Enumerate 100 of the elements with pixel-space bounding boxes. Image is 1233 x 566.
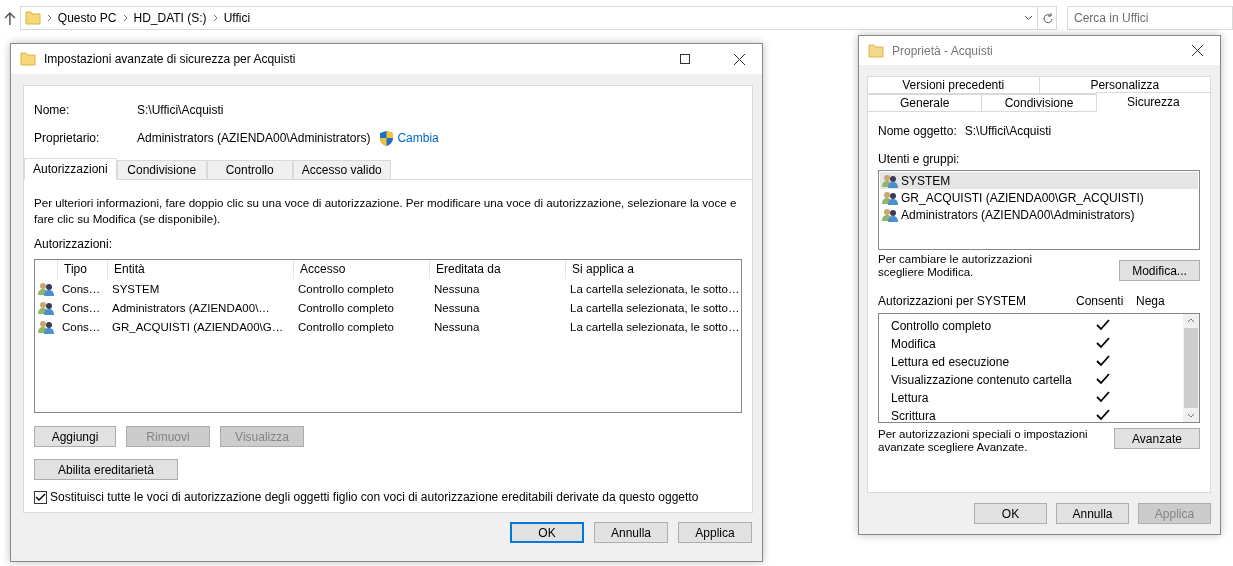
table-cell-text: La cartella selezionata, le sotto… [569, 320, 741, 333]
table-cell-text: SYSTEM [111, 282, 161, 295]
table-cell-text: Controllo completo [297, 301, 395, 314]
users-icon [882, 190, 899, 205]
table-cell-text: Nessuna [433, 301, 481, 314]
close-icon [1191, 45, 1203, 56]
chevron-right-icon [212, 14, 218, 22]
table-cell-text: La cartella selezionata, le sotto… [569, 282, 741, 295]
table-cell-text: GR_ACQUISTI (AZIENDA00\G… [111, 320, 285, 333]
field-value: S:\Uffici\Acquisti [964, 124, 1052, 138]
table-cell-text: Controllo completo [297, 282, 395, 295]
tab[interactable]: Generale [867, 94, 983, 112]
field-label: Nome oggetto: [878, 124, 957, 138]
table-row[interactable]: Cons… GR_ACQUISTI (AZIENDA00\G… Controllo completo Nessuna La cartella selezionata, le sotto… [35, 317, 741, 336]
tab[interactable]: Condivisione [981, 94, 1097, 112]
users-icon [882, 207, 899, 222]
table-cell-text: Nessuna [433, 282, 481, 295]
chevron-right-icon [122, 14, 128, 22]
modify-button[interactable]: Modifica... [1119, 260, 1200, 281]
tab[interactable]: Sicurezza [1095, 92, 1211, 112]
note-text: Per cambiare le autorizzazioni scegliere Modifica. [878, 253, 1034, 279]
column-header: Nega [1136, 294, 1166, 308]
column-header[interactable]: Accesso [293, 260, 429, 279]
table-row[interactable]: Cons… Administrators (AZIENDA00\… Controllo completo Nessuna La cartella selezionata, le sotto… [35, 298, 741, 317]
table-cell-text: Administrators (AZIENDA00\… [111, 301, 271, 314]
checkbox[interactable] [34, 490, 47, 504]
table-cell-text: Cons… [61, 320, 102, 333]
advanced-button[interactable]: Avanzate [1114, 428, 1200, 449]
list-label: Autorizzazioni per SYSTEM [878, 294, 1028, 308]
users-icon [38, 300, 55, 315]
tab[interactable]: Condivisione [116, 160, 207, 180]
user-item[interactable]: Administrators (AZIENDA00\Administrators) [880, 206, 1198, 223]
tab[interactable]: Versioni precedenti [867, 76, 1040, 94]
action-button[interactable]: Aggiungi [34, 426, 116, 447]
check-icon [1096, 355, 1110, 367]
refresh-icon [1041, 12, 1053, 24]
table-cell-text: Cons… [61, 301, 102, 314]
permission-name: Modifica [891, 337, 937, 351]
scrollbar[interactable] [1183, 314, 1199, 422]
dialog-button[interactable]: Annulla [1056, 503, 1129, 524]
search-field[interactable]: Cerca in Uffici [1067, 6, 1233, 30]
window-title: Proprietà - Acquisti [892, 43, 994, 58]
dialog-button[interactable]: OK [974, 503, 1047, 524]
column-header: Consenti [1076, 294, 1125, 308]
list-label: Autorizzazioni: [34, 237, 114, 251]
chevron-down-icon[interactable] [1024, 15, 1034, 21]
check-icon [1096, 337, 1110, 349]
change-link[interactable]: Cambia [397, 131, 439, 145]
address-bar[interactable]: Questo PC HD_DATI (S:) Uffici [19, 6, 1039, 30]
user-item[interactable]: GR_ACQUISTI (AZIENDA00\GR_ACQUISTI) [880, 189, 1198, 206]
description-text: Per ulteriori informazioni, fare doppio clic su una voce di autorizzazione. Per modificare una voce di autorizzazione, selezionare la voce e fare clic su Modifica (se disponibile). [34, 195, 738, 227]
dialog-button[interactable]: Applica [678, 522, 752, 543]
table-cell-text: Cons… [61, 282, 102, 295]
breadcrumb-item[interactable]: Uffici [223, 11, 251, 25]
folder-icon [868, 43, 884, 58]
breadcrumb-item[interactable]: Questo PC [57, 11, 117, 25]
check-icon [1096, 319, 1110, 331]
column-header[interactable]: Ereditata da [429, 260, 565, 279]
check-icon [1096, 409, 1110, 421]
table-cell-text: Nessuna [433, 320, 481, 333]
shield-icon [380, 130, 394, 146]
maximize-icon [680, 54, 690, 64]
checkbox-label: Sostituisci tutte le voci di autorizzazione degli oggetti figlio con voci di autorizzazione ereditabili derivate da questo oggetto [50, 490, 699, 504]
permission-name: Controllo completo [891, 319, 993, 333]
inherit-button[interactable]: Abilita ereditarietà [34, 459, 178, 480]
tab[interactable]: Controllo [206, 160, 293, 180]
note-text: Per autorizzazioni speciali o impostazioni avanzate scegliere Avanzate. [878, 428, 1089, 454]
tab[interactable]: Autorizzazioni [24, 158, 117, 180]
user-item[interactable]: SYSTEM [880, 172, 1198, 189]
chevron-right-icon [46, 14, 52, 22]
tab[interactable]: Personalizza [1038, 76, 1211, 94]
table-row[interactable]: Cons… SYSTEM Controllo completo Nessuna La cartella selezionata, le sotto… [35, 279, 741, 298]
folder-icon [20, 52, 36, 66]
list-label: Utenti e gruppi: [878, 152, 961, 166]
field-value: S:\Uffici\Acquisti [137, 103, 224, 117]
table-cell-text: Controllo completo [297, 320, 395, 333]
dialog-button[interactable]: OK [510, 522, 584, 543]
field-label: Nome: [34, 103, 71, 117]
folder-icon [24, 11, 41, 25]
users-icon [38, 281, 55, 296]
field-value: Administrators (AZIENDA00\Administrators) [137, 131, 371, 145]
breadcrumb-item[interactable]: HD_DATI (S:) [133, 11, 207, 25]
refresh-button[interactable] [1037, 6, 1057, 30]
permission-name: Lettura [891, 391, 930, 405]
permission-name: Scrittura [891, 409, 937, 423]
window-title: Impostazioni avanzate di sicurezza per Acquisti [44, 52, 297, 66]
column-header[interactable]: Tipo [57, 260, 107, 279]
field-label: Proprietario: [34, 131, 101, 145]
tab[interactable]: Accesso valido [292, 160, 391, 180]
check-icon [1096, 373, 1110, 385]
users-icon [882, 173, 899, 188]
permission-name: Visualizzazione contenuto cartella [891, 373, 1073, 387]
check-icon [1096, 391, 1110, 403]
users-icon [38, 319, 55, 334]
up-arrow-icon[interactable] [4, 11, 16, 25]
column-header[interactable]: Si applica a [565, 260, 741, 279]
table-cell-text: La cartella selezionata, le sotto… [569, 301, 741, 314]
permission-name: Lettura ed esecuzione [891, 355, 1011, 369]
dialog-button[interactable]: Annulla [594, 522, 668, 543]
column-header[interactable]: Entità [107, 260, 293, 279]
